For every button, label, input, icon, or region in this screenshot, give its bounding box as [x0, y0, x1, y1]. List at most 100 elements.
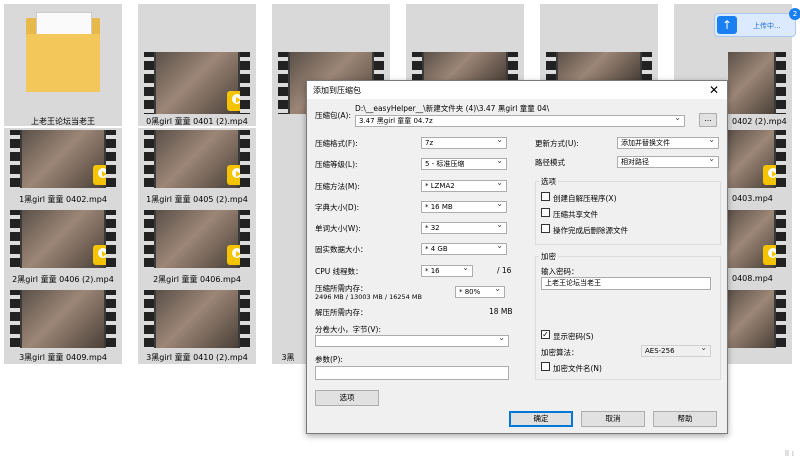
upload-status-button[interactable]: ↑ 上传中... 2 [714, 8, 800, 37]
arrow-up-icon: ↑ [717, 16, 737, 34]
mem-comp-value: 2496 MB / 13003 MB / 16254 MB [315, 293, 422, 301]
encrypt-group-label: 加密 [539, 251, 558, 262]
ok-button[interactable]: 确定 [509, 411, 573, 427]
mem-decomp-label: 解压所需内存： [315, 308, 368, 317]
play-icon [93, 165, 113, 185]
show-password-label: 显示密码(S) [553, 332, 594, 341]
word-label: 单词大小(W): [315, 224, 361, 233]
options-group-label: 选项 [539, 176, 558, 187]
file-label: 2黑girl 童童 0406.mp4 [153, 275, 241, 284]
delete-label: 操作完成后删除源文件 [553, 226, 628, 235]
play-icon [227, 91, 247, 111]
encrypt-names-checkbox[interactable] [541, 362, 550, 371]
file-label: 1黑girl 童童 0402.mp4 [19, 195, 107, 204]
level-label: 压缩等级(L): [315, 160, 358, 169]
dict-label: 字典大小(D): [315, 203, 360, 212]
video-thumbnail [10, 130, 116, 188]
video-thumbnail [728, 130, 786, 188]
file-label: 2黑girl 童童 0406 (2).mp4 [12, 275, 114, 284]
file-label: 3黑 [281, 353, 295, 362]
folder-label: 上老王论坛当老王 [31, 117, 95, 126]
play-icon [93, 245, 113, 265]
params-input[interactable] [315, 366, 509, 380]
method-label: 压缩方法(M): [315, 182, 360, 191]
file-label: 3黑girl 童童 0409.mp4 [19, 353, 107, 362]
help-button[interactable]: 帮助 [653, 411, 717, 427]
upload-count-badge: 2 [789, 8, 800, 20]
path-select[interactable]: 相对路径 [617, 156, 719, 168]
video-file[interactable] [540, 4, 658, 80]
video-thumbnail [728, 290, 786, 348]
video-file[interactable]: 2黑girl 童童 0406.mp4 [138, 208, 256, 288]
volume-select[interactable] [315, 335, 509, 347]
upload-label: 上传中... [753, 22, 781, 30]
params-label: 参数(P): [315, 355, 343, 364]
threads-label: CPU 线程数： [315, 267, 363, 276]
video-file[interactable]: 3黑girl 童童 0409.mp4 [4, 288, 122, 364]
video-thumbnail [144, 290, 250, 348]
sfx-checkbox[interactable] [541, 192, 550, 201]
video-file[interactable]: 1黑girl 童童 0405 (2).mp4 [138, 128, 256, 208]
file-label: 1黑girl 童童 0405 (2).mp4 [146, 195, 248, 204]
play-icon [763, 165, 783, 185]
video-file[interactable]: 1黑girl 童童 0402.mp4 [4, 128, 122, 208]
video-thumbnail [412, 52, 518, 80]
file-label: 0408.mp4 [732, 274, 773, 283]
video-thumbnail [728, 210, 786, 268]
video-thumbnail [10, 290, 116, 348]
folder-item[interactable]: 上老王论坛当老王 [4, 4, 122, 126]
browse-button[interactable]: ... [699, 113, 717, 127]
method-select[interactable]: * LZMA2 [421, 180, 507, 192]
password-label: 输入密码： [541, 267, 579, 276]
dialog-title: 添加到压缩包 [313, 86, 361, 95]
update-select[interactable]: 添加并替换文件 [617, 137, 719, 149]
close-icon[interactable]: ✕ [709, 82, 719, 98]
path-label: 路径模式 [535, 158, 565, 167]
sfx-label: 创建自解压程序(X) [553, 194, 617, 203]
play-icon [227, 165, 247, 185]
video-file[interactable]: 2黑girl 童童 0406 (2).mp4 [4, 208, 122, 288]
cancel-button[interactable]: 取消 [581, 411, 645, 427]
file-label: 0402 (2).mp4 [732, 117, 787, 126]
video-file[interactable]: 3黑girl 童童 0410 (2).mp4 [138, 288, 256, 364]
play-icon [763, 245, 783, 265]
video-thumbnail [10, 210, 116, 268]
add-to-archive-dialog: 添加到压缩包 ✕ 压缩包(A): D:\__easyHelper__\新建文件夹… [306, 80, 728, 434]
mem-percent-select[interactable]: * 80% [455, 286, 505, 298]
video-thumbnail [728, 52, 786, 114]
video-file[interactable] [406, 4, 524, 80]
show-password-checkbox[interactable]: ✓ [541, 330, 550, 339]
file-label: 3黑girl 童童 0410 (2).mp4 [146, 353, 248, 362]
solid-select[interactable]: * 4 GB [421, 243, 507, 255]
threads-select[interactable]: * 16 [421, 265, 473, 277]
video-thumbnail [144, 52, 250, 114]
play-icon [227, 245, 247, 265]
shared-checkbox[interactable] [541, 208, 550, 217]
file-label: 0403.mp4 [732, 194, 773, 203]
level-select[interactable]: 5 - 标准压缩 [421, 158, 507, 170]
dict-select[interactable]: * 16 MB [421, 201, 507, 213]
delete-checkbox[interactable] [541, 224, 550, 233]
format-select[interactable]: 7z [421, 137, 507, 149]
encrypt-names-label: 加密文件名(N) [553, 364, 602, 373]
video-thumbnail [144, 130, 250, 188]
folder-icon [26, 12, 100, 92]
solid-label: 固实数据大小： [315, 245, 368, 254]
options-button[interactable]: 选项 [315, 390, 379, 406]
volume-label: 分卷大小，字节(V): [315, 325, 382, 334]
archive-label: 压缩包(A): [315, 111, 352, 120]
archive-path: D:\__easyHelper__\新建文件夹 (4)\3.47 黑girl 童… [355, 104, 550, 113]
video-thumbnail [546, 52, 652, 80]
threads-total: / 16 [497, 266, 512, 275]
video-thumbnail [144, 210, 250, 268]
dialog-titlebar[interactable]: 添加到压缩包 ✕ [307, 81, 727, 99]
archive-name-select[interactable]: 3.47 黑girl 童童 04.7z [355, 115, 685, 127]
file-label: 0黑girl 童童 0401 (2).mp4 [146, 117, 248, 126]
word-select[interactable]: * 32 [421, 222, 507, 234]
enc-method-select[interactable]: AES-256 [641, 345, 711, 357]
update-label: 更新方式(U): [535, 139, 579, 148]
enc-method-label: 加密算法： [541, 348, 579, 357]
video-file[interactable]: 0黑girl 童童 0401 (2).mp4 [138, 4, 256, 126]
password-input[interactable]: 上老王论坛当老王 [541, 277, 711, 290]
mem-decomp-value: 18 MB [489, 307, 513, 316]
